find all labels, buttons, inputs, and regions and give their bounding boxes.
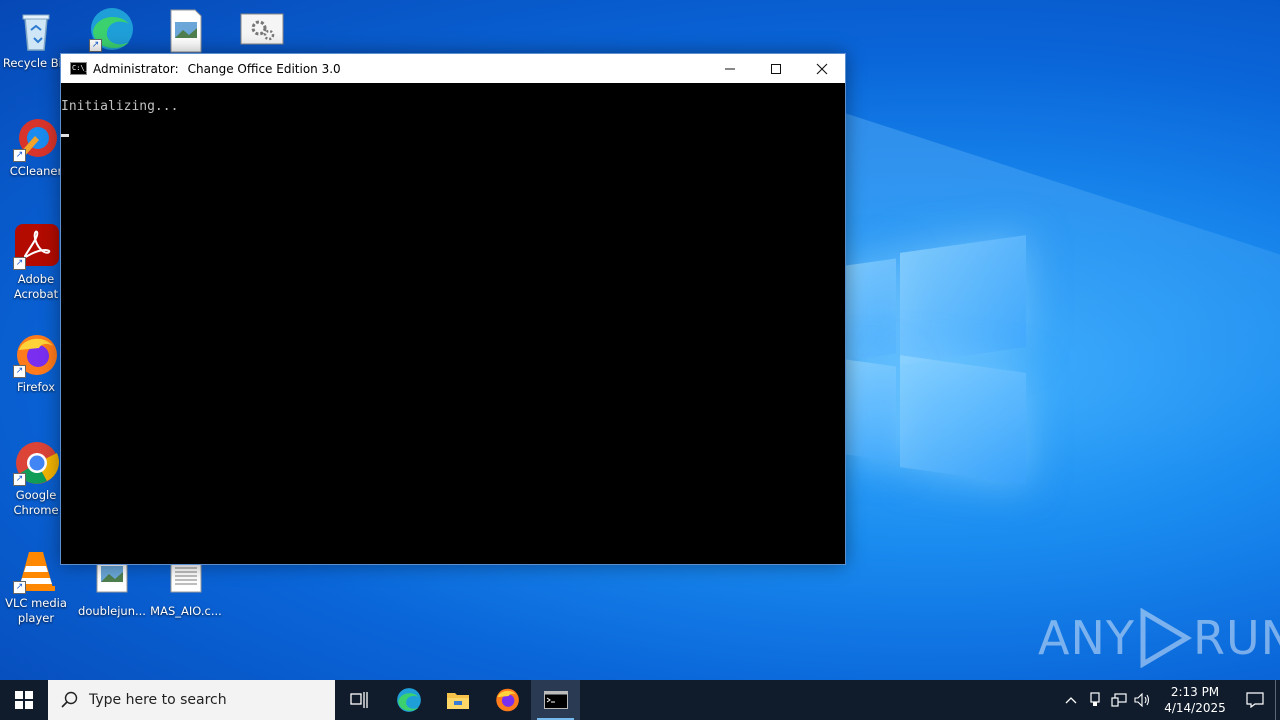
taskbar: Type here to search 2:13 PM 4/14/2025 <box>0 680 1280 720</box>
window-title: Change Office Edition 3.0 <box>187 61 341 76</box>
vlc-icon: ↗ <box>13 548 59 594</box>
command-prompt-icon <box>543 691 568 709</box>
close-button[interactable] <box>799 54 845 83</box>
desktop-icon-settings-top[interactable] <box>226 8 298 56</box>
usb-device-icon[interactable] <box>1083 680 1107 720</box>
watermark-left: ANY <box>1038 611 1135 665</box>
taskbar-clock[interactable]: 2:13 PM 4/14/2025 <box>1161 684 1229 716</box>
shortcut-arrow-icon: ↗ <box>13 149 26 162</box>
window-title-prefix: Administrator: <box>93 61 179 76</box>
notifications-icon[interactable] <box>1235 680 1275 720</box>
ccleaner-icon: ↗ <box>13 116 59 162</box>
taskbar-firefox[interactable] <box>482 680 531 720</box>
search-placeholder: Type here to search <box>89 692 227 708</box>
console-line: Initializing... <box>61 99 179 114</box>
desktop-icon-label: Adobe Acrobat <box>13 272 59 301</box>
taskbar-edge[interactable] <box>384 680 433 720</box>
volume-icon[interactable] <box>1131 680 1155 720</box>
system-tray: 2:13 PM 4/14/2025 <box>1059 680 1280 720</box>
file-explorer-icon <box>446 693 469 709</box>
minimize-icon <box>725 68 735 69</box>
recycle-bin-icon <box>13 8 59 54</box>
show-desktop-button[interactable] <box>1275 680 1280 720</box>
desktop: Recycle Bin ↗ CCleaner ↗ Adobe Acrobat ↗… <box>0 0 1280 680</box>
shortcut-arrow-icon: ↗ <box>13 257 26 270</box>
windows-logo-pane <box>900 235 1026 365</box>
shortcut-arrow-icon: ↗ <box>13 581 26 594</box>
start-button[interactable] <box>0 680 48 720</box>
maximize-button[interactable] <box>753 54 799 83</box>
console-window[interactable]: C:\_ Administrator: Change Office Editio… <box>60 53 846 565</box>
taskbar-file-explorer[interactable] <box>433 680 482 720</box>
edge-icon: ↗ <box>89 6 135 52</box>
close-icon <box>816 63 828 74</box>
play-logo-icon <box>1140 608 1192 668</box>
clock-time: 2:13 PM <box>1170 685 1220 699</box>
network-icon[interactable] <box>1107 680 1131 720</box>
window-titlebar[interactable]: C:\_ Administrator: Change Office Editio… <box>61 54 845 83</box>
windows-logo-pane <box>900 355 1026 485</box>
taskbar-search[interactable]: Type here to search <box>48 680 335 720</box>
gear-icon <box>239 8 285 54</box>
console-output[interactable]: Initializing... <box>61 83 845 137</box>
desktop-icon-label: MAS_AIO.c... <box>150 604 222 618</box>
desktop-icon-label: Firefox <box>16 380 56 394</box>
shortcut-arrow-icon: ↗ <box>13 365 26 378</box>
image-file-icon <box>163 8 209 54</box>
shortcut-arrow-icon: ↗ <box>13 473 26 486</box>
desktop-icon-doublejun[interactable]: doublejun... <box>76 556 148 619</box>
shortcut-arrow-icon: ↗ <box>89 39 102 52</box>
desktop-icon-mas-aio[interactable]: MAS_AIO.c... <box>150 556 222 619</box>
maximize-icon <box>771 63 781 74</box>
desktop-icon-label: Google Chrome <box>13 488 59 517</box>
windows-logo-icon <box>15 691 33 709</box>
desktop-icon-label: VLC media player <box>5 596 67 625</box>
desktop-icon-label: CCleaner <box>9 164 63 178</box>
taskbar-command-prompt[interactable] <box>531 680 580 720</box>
task-view-icon <box>349 692 368 708</box>
adobe-acrobat-icon: ↗ <box>13 224 59 270</box>
chrome-icon: ↗ <box>13 440 60 486</box>
text-cursor <box>61 134 69 137</box>
windows-logo-pane <box>846 359 896 462</box>
clock-date: 4/14/2025 <box>1164 701 1226 715</box>
windows-logo-pane <box>846 258 896 361</box>
anyrun-watermark: ANY RUN <box>1038 608 1280 668</box>
edge-icon <box>396 688 421 712</box>
desktop-icon-image-top[interactable] <box>150 8 222 56</box>
taskbar-task-view[interactable] <box>335 680 384 720</box>
firefox-icon: ↗ <box>13 332 59 378</box>
command-prompt-icon: C:\_ <box>70 62 89 75</box>
desktop-icon-label: doublejun... <box>78 604 146 618</box>
watermark-right: RUN <box>1192 611 1280 665</box>
minimize-button[interactable] <box>707 54 753 83</box>
desktop-icon-edge-top[interactable]: ↗ <box>76 6 148 54</box>
firefox-icon <box>495 688 519 712</box>
chevron-up-icon[interactable] <box>1059 680 1083 720</box>
search-icon <box>61 691 78 708</box>
